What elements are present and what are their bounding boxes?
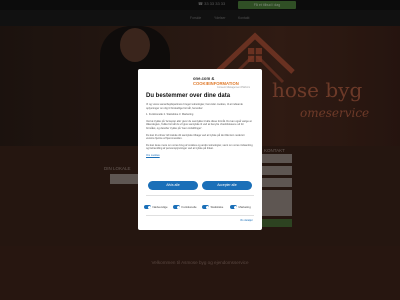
deny-all-button[interactable]: Afvis alle <box>148 181 198 190</box>
consent-toggles: Nødvendige Funktionelle Statistiske Mark… <box>144 203 258 213</box>
toggle-switch-icon[interactable] <box>144 205 151 209</box>
cookie-consent-dialog: one.com & COOKIEINFORMATION Consent Mana… <box>138 69 262 230</box>
consent-paragraph: Du kan til enhver tid trække dit samtykk… <box>146 133 246 141</box>
logo-subtitle: Consent Management Platform <box>217 86 251 89</box>
toggle-label: Nødvendige <box>152 204 168 209</box>
show-details-link[interactable]: Vis detaljer <box>240 219 253 222</box>
divider <box>146 215 254 216</box>
consent-logo: one.com & COOKIEINFORMATION Consent Mana… <box>193 76 257 89</box>
consent-title: Du bestemmer over dine data <box>146 93 231 99</box>
consent-paragraph: Vi og vores samarbejdspartnere bruger te… <box>146 103 243 110</box>
consent-paragraph: Du kan læse mere om vores brug af cookie… <box>146 143 253 151</box>
accept-all-button[interactable]: Accepter alle <box>202 181 252 190</box>
toggle-switch-icon[interactable] <box>230 205 237 209</box>
toggle-switch-icon[interactable] <box>202 205 209 209</box>
divider <box>146 195 254 196</box>
toggle-label: Funktionelle <box>181 204 197 209</box>
toggle-label: Marketing <box>238 204 251 209</box>
about-cookies-link[interactable]: Om cookies <box>146 154 160 157</box>
consent-body: Vi og vores samarbejdspartnere bruger te… <box>146 103 254 158</box>
consent-paragraph: Ved at trykke på 'Accepter alle' giver d… <box>146 119 252 130</box>
toggle-switch-icon[interactable] <box>173 205 180 209</box>
consent-paragraph: 1. Funktionelle 2. Statistiske 3. Market… <box>146 113 194 117</box>
toggle-label: Statistiske <box>210 204 224 209</box>
